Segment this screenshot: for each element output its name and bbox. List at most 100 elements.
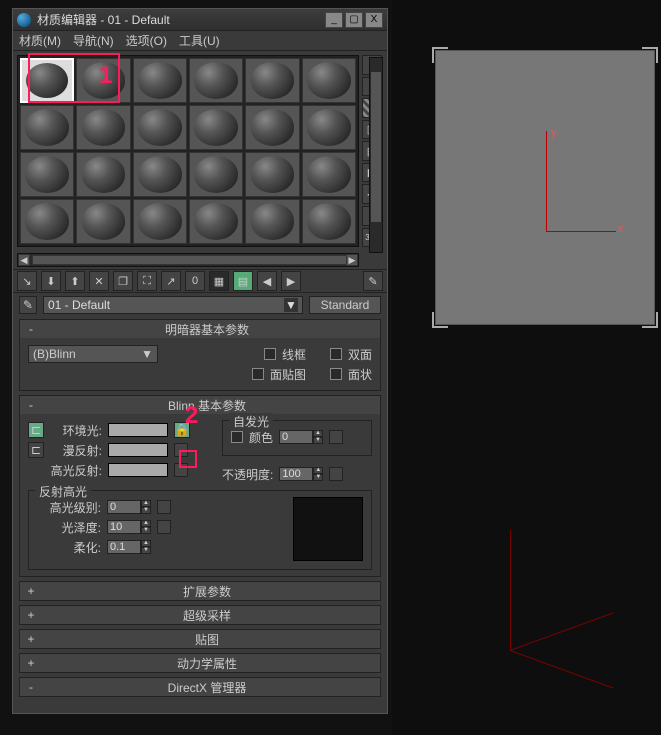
two-sided-checkbox[interactable] (330, 348, 342, 360)
rollout-supersampling: +超级采样 (19, 605, 381, 625)
window-title: 材质编辑器 - 01 - Default (37, 11, 323, 28)
material-editor-window: 材质编辑器 - 01 - Default _ ▢ X 材质(M) 导航(N) 选… (12, 8, 388, 714)
get-material-button[interactable]: ↘ (17, 271, 37, 291)
spec-level-spinner[interactable]: ▲▼ (107, 500, 151, 514)
wire-checkbox[interactable] (264, 348, 276, 360)
specular-map-button[interactable] (174, 463, 188, 477)
sample-slot-5[interactable] (302, 58, 356, 103)
put-to-library-button[interactable]: ↗ (161, 271, 181, 291)
put-to-scene-button[interactable]: ⬇ (41, 271, 61, 291)
diffuse-specular-lock-icon[interactable]: ⊏ (28, 442, 44, 458)
minimize-button[interactable]: _ (325, 12, 343, 28)
maximize-button[interactable]: ▢ (345, 12, 363, 28)
menu-navigate[interactable]: 导航(N) (73, 32, 114, 49)
self-illum-group: 自发光 (229, 413, 273, 430)
rollout-shader-basic: - 明暗器基本参数 (B)Blinn ▼ 线框 双面 (19, 319, 381, 391)
sample-slot-0[interactable] (20, 58, 74, 103)
close-button[interactable]: X (365, 12, 383, 28)
sample-slot-22[interactable] (245, 199, 299, 244)
app-icon (17, 13, 31, 27)
sample-slot-1[interactable] (76, 58, 130, 103)
make-unique-button[interactable]: ⛶ (137, 271, 157, 291)
rollout-directx: -DirectX 管理器 (19, 677, 381, 697)
sample-slot-17[interactable] (302, 152, 356, 197)
faceted-checkbox[interactable] (330, 368, 342, 380)
spec-level-map-button[interactable] (157, 500, 171, 514)
shader-type-dropdown[interactable]: (B)Blinn ▼ (28, 345, 158, 363)
rollout-header-extended[interactable]: +扩展参数 (20, 582, 380, 600)
sample-slot-11[interactable] (302, 105, 356, 150)
sample-slot-9[interactable] (189, 105, 243, 150)
lock-icon[interactable]: 🔒 (174, 422, 190, 438)
sample-slot-6[interactable] (20, 105, 74, 150)
sample-slot-20[interactable] (133, 199, 187, 244)
sample-vertical-scrollbar[interactable] (369, 57, 383, 253)
opacity-spinner[interactable]: ▲▼ (279, 467, 323, 481)
specular-curve-preview (293, 497, 363, 561)
menu-material[interactable]: 材质(M) (19, 32, 61, 49)
sample-horizontal-scrollbar[interactable]: ◀▶ (17, 253, 359, 267)
go-sibling-button[interactable]: ▶ (281, 271, 301, 291)
two-sided-label: 双面 (348, 346, 372, 363)
sample-slot-4[interactable] (245, 58, 299, 103)
sample-slot-23[interactable] (302, 199, 356, 244)
face-map-checkbox[interactable] (252, 368, 264, 380)
self-illum-color-label: 颜色 (249, 429, 273, 446)
opacity-map-button[interactable] (329, 467, 343, 481)
titlebar[interactable]: 材质编辑器 - 01 - Default _ ▢ X (13, 9, 387, 31)
sample-slot-19[interactable] (76, 199, 130, 244)
rollout-header-blinn[interactable]: - Blinn 基本参数 (20, 396, 380, 414)
menu-options[interactable]: 选项(O) (126, 32, 167, 49)
self-illum-spinner[interactable]: ▲▼ (279, 430, 323, 444)
sample-slot-16[interactable] (245, 152, 299, 197)
diffuse-color-swatch[interactable] (108, 443, 168, 457)
self-illum-map-button[interactable] (329, 430, 343, 444)
rollout-header-supersampling[interactable]: +超级采样 (20, 606, 380, 624)
rollout-header-maps[interactable]: +贴图 (20, 630, 380, 648)
sample-slot-18[interactable] (20, 199, 74, 244)
pick-material-button[interactable]: ✎ (363, 271, 383, 291)
axis-y-label: y (551, 127, 557, 139)
sample-slot-12[interactable] (20, 152, 74, 197)
sample-slot-8[interactable] (133, 105, 187, 150)
rollout-dynamics: +动力学属性 (19, 653, 381, 673)
reset-map-button[interactable]: ✕ (89, 271, 109, 291)
material-name-text: 01 - Default (48, 298, 110, 312)
show-map-button[interactable]: ▦ (209, 271, 229, 291)
sample-slots (17, 55, 359, 247)
rollout-header-directx[interactable]: -DirectX 管理器 (20, 678, 380, 696)
eyedropper-icon[interactable]: ✎ (19, 296, 37, 314)
sample-slot-21[interactable] (189, 199, 243, 244)
diffuse-map-button[interactable] (174, 443, 188, 457)
glossiness-spinner[interactable]: ▲▼ (107, 520, 151, 534)
sample-slot-13[interactable] (76, 152, 130, 197)
material-type-button[interactable]: Standard (309, 296, 381, 314)
specular-color-swatch[interactable] (108, 463, 168, 477)
rollout-header-dynamics[interactable]: +动力学属性 (20, 654, 380, 672)
menu-tools[interactable]: 工具(U) (179, 32, 220, 49)
sample-slot-2[interactable] (133, 58, 187, 103)
glossiness-map-button[interactable] (157, 520, 171, 534)
show-end-result-button[interactable]: ▤ (233, 271, 253, 291)
sample-slot-14[interactable] (133, 152, 187, 197)
faceted-label: 面状 (348, 366, 372, 383)
viewport-top[interactable]: y x (435, 50, 655, 325)
chevron-down-icon: ▼ (141, 347, 153, 361)
material-name-dropdown[interactable]: 01 - Default ▼ (43, 296, 303, 314)
sample-slot-15[interactable] (189, 152, 243, 197)
material-id-button[interactable]: 0 (185, 271, 205, 291)
viewport-perspective[interactable] (420, 530, 660, 690)
sample-slot-10[interactable] (245, 105, 299, 150)
sample-slot-3[interactable] (189, 58, 243, 103)
ambient-label: 环境光: (50, 422, 102, 439)
self-illum-color-checkbox[interactable] (231, 431, 243, 443)
rollout-header-shader[interactable]: - 明暗器基本参数 (20, 320, 380, 338)
soften-spinner[interactable]: ▲▼ (107, 540, 151, 554)
make-copy-button[interactable]: ❐ (113, 271, 133, 291)
go-parent-button[interactable]: ◀ (257, 271, 277, 291)
ambient-diffuse-lock-icon[interactable]: ⊏ (28, 422, 44, 438)
sample-slot-7[interactable] (76, 105, 130, 150)
assign-to-selection-button[interactable]: ⬆ (65, 271, 85, 291)
ambient-color-swatch[interactable] (108, 423, 168, 437)
rollout-maps: +贴图 (19, 629, 381, 649)
